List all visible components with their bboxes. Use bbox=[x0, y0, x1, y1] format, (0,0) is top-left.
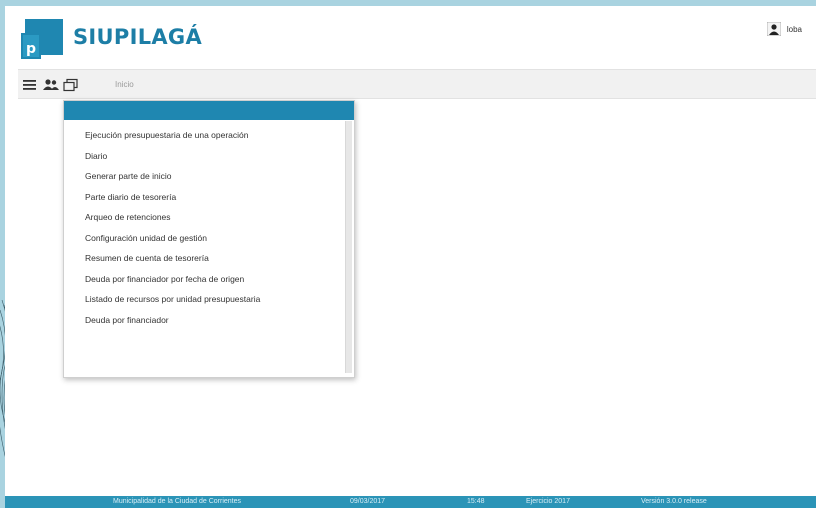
menu-item-resumen-cuenta-tesoreria[interactable]: Resumen de cuenta de tesorería bbox=[85, 248, 260, 269]
users-icon[interactable] bbox=[43, 78, 59, 92]
user-icon bbox=[766, 22, 781, 36]
window-icon[interactable] bbox=[63, 78, 79, 92]
footer-organization: Municipalidad de la Ciudad de Corrientes bbox=[113, 498, 242, 505]
logo-text-pilaga: PILAGÁ bbox=[113, 25, 203, 49]
footer-fiscal-year: Ejercicio 2017 bbox=[526, 498, 570, 505]
hamburger-menu-icon[interactable] bbox=[23, 78, 37, 92]
operations-dropdown-menu: Ejecución presupuestaria de una operació… bbox=[63, 100, 355, 378]
dropdown-scrollbar[interactable] bbox=[345, 121, 352, 373]
menu-item-ejecucion-presupuestaria[interactable]: Ejecución presupuestaria de una operació… bbox=[85, 125, 260, 146]
app-window: p SIUPILAGÁ loba Inicio Ejecución presup… bbox=[5, 6, 816, 496]
dropdown-list: Ejecución presupuestaria de una operació… bbox=[85, 125, 260, 330]
user-menu[interactable]: loba bbox=[766, 22, 802, 36]
menu-item-parte-diario-tesoreria[interactable]: Parte diario de tesorería bbox=[85, 187, 260, 208]
menu-item-deuda-financiador-fecha[interactable]: Deuda por financiador por fecha de orige… bbox=[85, 269, 260, 290]
footer-date: 09/03/2017 bbox=[350, 498, 386, 505]
dropdown-header-bar bbox=[64, 101, 354, 120]
status-footer: Municipalidad de la Ciudad de Corrientes… bbox=[5, 496, 816, 508]
logo-mark-icon: p bbox=[21, 19, 63, 59]
toolbar: Inicio bbox=[18, 69, 816, 99]
app-logo: SIUPILAGÁ bbox=[73, 25, 202, 49]
menu-item-listado-recursos[interactable]: Listado de recursos por unidad presupues… bbox=[85, 289, 260, 310]
menu-item-arqueo-retenciones[interactable]: Arqueo de retenciones bbox=[85, 207, 260, 228]
footer-version: Versión 3.0.0 release bbox=[641, 498, 707, 505]
user-name: loba bbox=[786, 24, 802, 34]
logo-text-siu: SIU bbox=[73, 25, 114, 49]
app-header: p SIUPILAGÁ loba bbox=[5, 6, 816, 64]
menu-item-diario[interactable]: Diario bbox=[85, 146, 260, 167]
svg-text:p: p bbox=[26, 41, 36, 57]
footer-time: 15:48 bbox=[467, 498, 485, 505]
menu-item-generar-parte-inicio[interactable]: Generar parte de inicio bbox=[85, 166, 260, 187]
menu-item-deuda-financiador[interactable]: Deuda por financiador bbox=[85, 310, 260, 331]
menu-item-configuracion-unidad-gestion[interactable]: Configuración unidad de gestión bbox=[85, 228, 260, 249]
breadcrumb[interactable]: Inicio bbox=[115, 80, 134, 89]
